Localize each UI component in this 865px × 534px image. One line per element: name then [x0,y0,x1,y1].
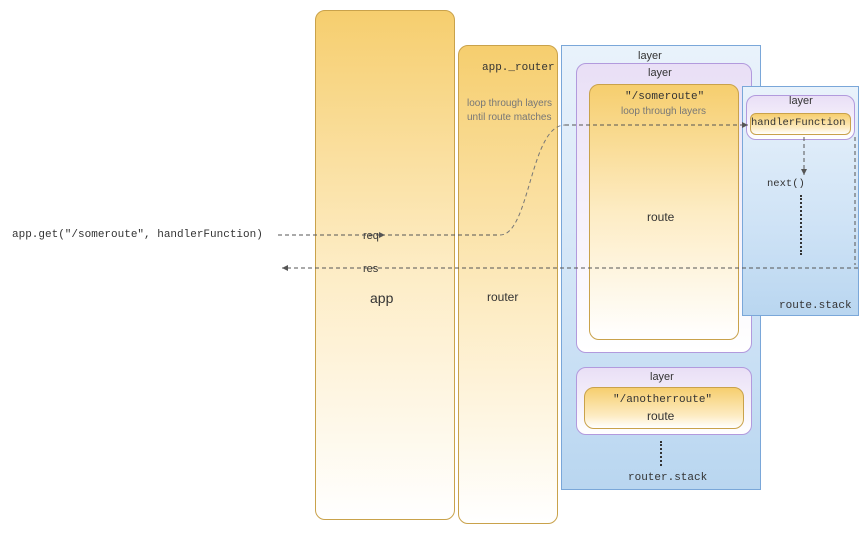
vdots-router-stack [660,441,662,466]
loop-layers-inner: loop through layers [621,106,706,117]
route-stack-label: route.stack [779,300,852,312]
req-label: req [363,230,379,242]
app-label: app [370,290,393,306]
loop-layers-text-1: loop through layers [467,98,552,109]
layer2-label: layer [650,371,674,383]
router-label: router [487,290,518,304]
app-router-label: app._router [482,62,555,74]
router-stack-label: router.stack [628,472,707,484]
route2-label: route [647,409,674,423]
vdots-route-stack [800,195,802,255]
next-label: next() [767,178,805,190]
someroute-path: "/someroute" [625,91,704,103]
layer-inner-label: layer [789,95,813,107]
app-box [315,10,455,520]
router-stack-title-layer: layer [638,50,662,62]
loop-layers-text-2: until route matches [467,112,552,123]
layer1-label: layer [648,67,672,79]
res-label: res [363,263,378,275]
route1-label: route [647,210,674,224]
anotherroute-path: "/anotherroute" [613,394,712,406]
handler-label: handlerFunction [751,117,846,129]
code-expression: app.get("/someroute", handlerFunction) [12,229,263,241]
